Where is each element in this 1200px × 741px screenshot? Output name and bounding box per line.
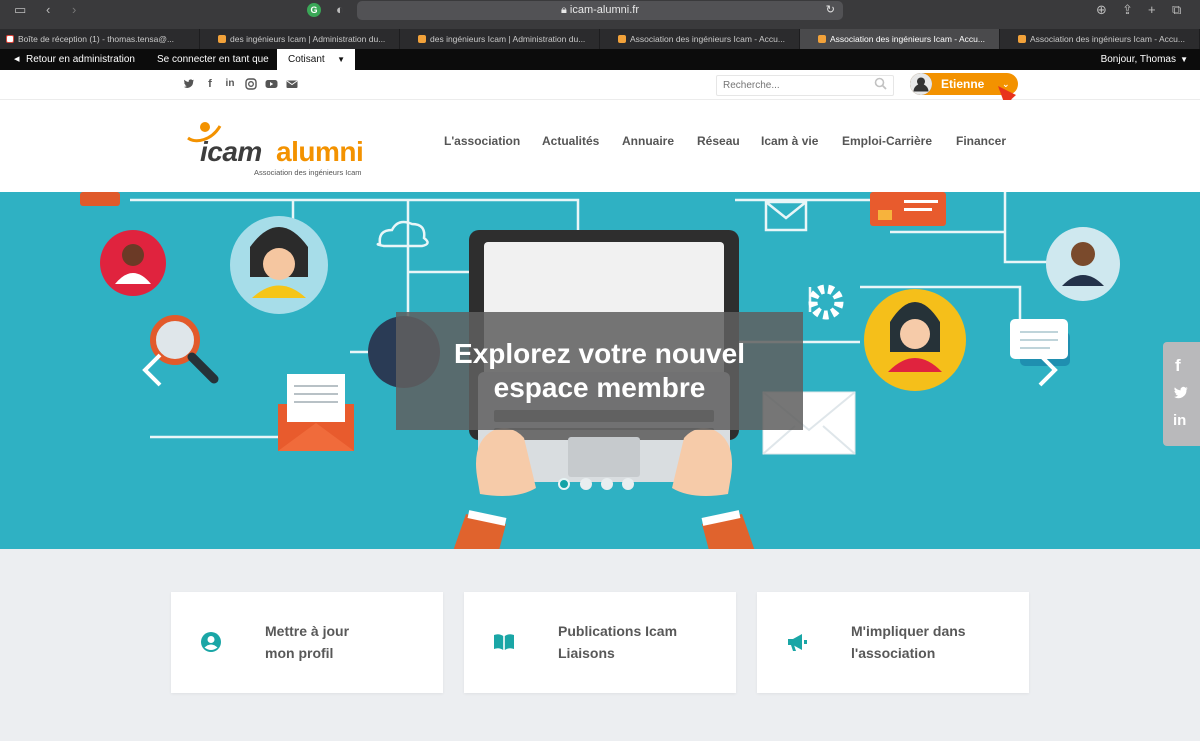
slider-dot[interactable] [601,478,613,490]
connect-as-label: Se connecter en tant que [157,54,269,65]
youtube-icon[interactable] [265,78,278,90]
twitter-icon[interactable] [183,78,195,90]
nav-item-financer[interactable]: Financer [956,134,1006,148]
role-select-value: Cotisant [288,54,325,65]
user-name: Etienne [941,77,985,91]
back-icon[interactable]: ‹ [46,1,50,19]
logo-tagline: Association des ingénieurs Icam [254,168,362,177]
nav-item-reseau[interactable]: Réseau [697,134,740,148]
slider-dot-active[interactable] [558,478,570,490]
icam-icon [1018,35,1026,43]
nav-item-icam-a-vie[interactable]: Icam à vie [761,134,818,148]
gmail-icon [6,35,14,43]
logo-word-icam: icam [200,136,262,167]
url-text: icam-alumni.fr [569,4,639,16]
avatar-icon [910,73,932,95]
instagram-icon[interactable] [245,78,257,90]
nav-item-actualites[interactable]: Actualités [542,134,599,148]
nav-item-emploi-carriere[interactable]: Emploi-Carrière [842,134,932,148]
hero-caption-line2: espace membre [493,372,706,403]
card-update-profile[interactable]: Mettre à jour mon profil [171,592,443,693]
browser-tab[interactable]: Boîte de réception (1) - thomas.tensa@..… [0,29,200,49]
hero-caption-line1: Explorez votre nouvel [454,338,745,369]
browser-tab[interactable]: des ingénieurs Icam | Administration du.… [200,29,400,49]
card-title-line1: Mettre à jour [265,623,350,639]
lock-icon: 🔒︎ [561,4,567,16]
hero-caption: Explorez votre nouvel espace membre [396,312,803,430]
greeting[interactable]: Bonjour, Thomas [1101,49,1176,70]
user-circle-icon [201,632,221,652]
browser-tab-active[interactable]: Association des ingénieurs Icam - Accu..… [800,29,1000,49]
shield-icon[interactable]: ◐ [336,1,344,19]
card-get-involved[interactable]: M'impliquer dans l'association [757,592,1029,693]
download-icon[interactable]: ⊕ [1096,1,1107,19]
card-title-line2: mon profil [265,645,334,661]
browser-tab[interactable]: Association des ingénieurs Icam - Accu..… [1000,29,1200,49]
icam-icon [218,35,226,43]
facebook-share-icon[interactable]: f [1175,356,1181,376]
slider-dot[interactable] [580,478,592,490]
card-title: Mettre à jour mon profil [265,620,415,664]
card-title-line2: Liaisons [558,645,615,661]
share-icon[interactable]: ⇪ [1122,1,1133,19]
chevron-down-icon: ▼ [337,55,345,64]
tab-overview-icon[interactable]: ⧉ [1172,1,1181,19]
icam-icon [818,35,826,43]
browser-tab[interactable]: Association des ingénieurs Icam - Accu..… [600,29,800,49]
grammarly-extension-icon[interactable]: G [307,3,321,17]
slider-dot[interactable] [622,478,634,490]
card-title-line1: Publications Icam [558,623,678,639]
card-title: Publications Icam Liaisons [558,620,708,664]
linkedin-share-icon[interactable]: in [1173,412,1186,429]
browser-toolbar: ▭ ‹ › G ◐ 🔒︎ icam-alumni.fr ↻ ⊕ ⇪ + ⧉ [0,0,1200,29]
card-publications[interactable]: Publications Icam Liaisons [464,592,736,693]
arrow-left-icon: ◂ [14,53,20,65]
browser-tab[interactable]: des ingénieurs Icam | Administration du.… [400,29,600,49]
twitter-share-icon[interactable] [1172,385,1190,401]
nav-item-association[interactable]: L'association [444,134,520,148]
floating-share-bar: f in [1163,342,1200,446]
admin-bar: ◂ Retour en administration Se connecter … [0,49,1200,70]
card-title-line1: M'impliquer dans [851,623,966,639]
icam-icon [618,35,626,43]
sidebar-toggle-icon[interactable]: ▭ [14,1,26,19]
chevron-down-icon: ▼ [1180,55,1188,64]
email-icon[interactable] [286,78,298,90]
forward-icon[interactable]: › [72,1,76,19]
slider-prev-button[interactable] [140,352,164,388]
site-header: icam alumni Association des ingénieurs I… [0,100,1200,192]
open-book-icon [494,634,514,650]
logo-word-alumni: alumni [276,136,364,167]
address-bar[interactable]: 🔒︎ icam-alumni.fr ↻ [357,1,843,20]
megaphone-icon [788,634,807,651]
icam-icon [418,35,426,43]
card-title-line2: l'association [851,645,936,661]
tab-strip: Boîte de réception (1) - thomas.tensa@..… [0,29,1200,49]
role-select[interactable]: Cotisant ▼ [277,49,355,70]
back-to-admin-link[interactable]: Retour en administration [26,49,135,70]
linkedin-icon[interactable]: in [224,78,236,90]
nav-item-annuaire[interactable]: Annuaire [622,134,674,148]
facebook-icon[interactable]: f [204,78,216,90]
search-icon[interactable] [874,77,887,93]
site-logo[interactable]: icam alumni Association des ingénieurs I… [186,122,376,182]
reload-icon[interactable]: ↻ [826,1,835,20]
slider-next-button[interactable] [1036,352,1060,388]
search-input[interactable] [716,75,894,96]
new-tab-icon[interactable]: + [1148,1,1156,19]
site-topbar: f in Etienne ⌄ [0,70,1200,174]
card-title: M'impliquer dans l'association [851,620,1001,664]
